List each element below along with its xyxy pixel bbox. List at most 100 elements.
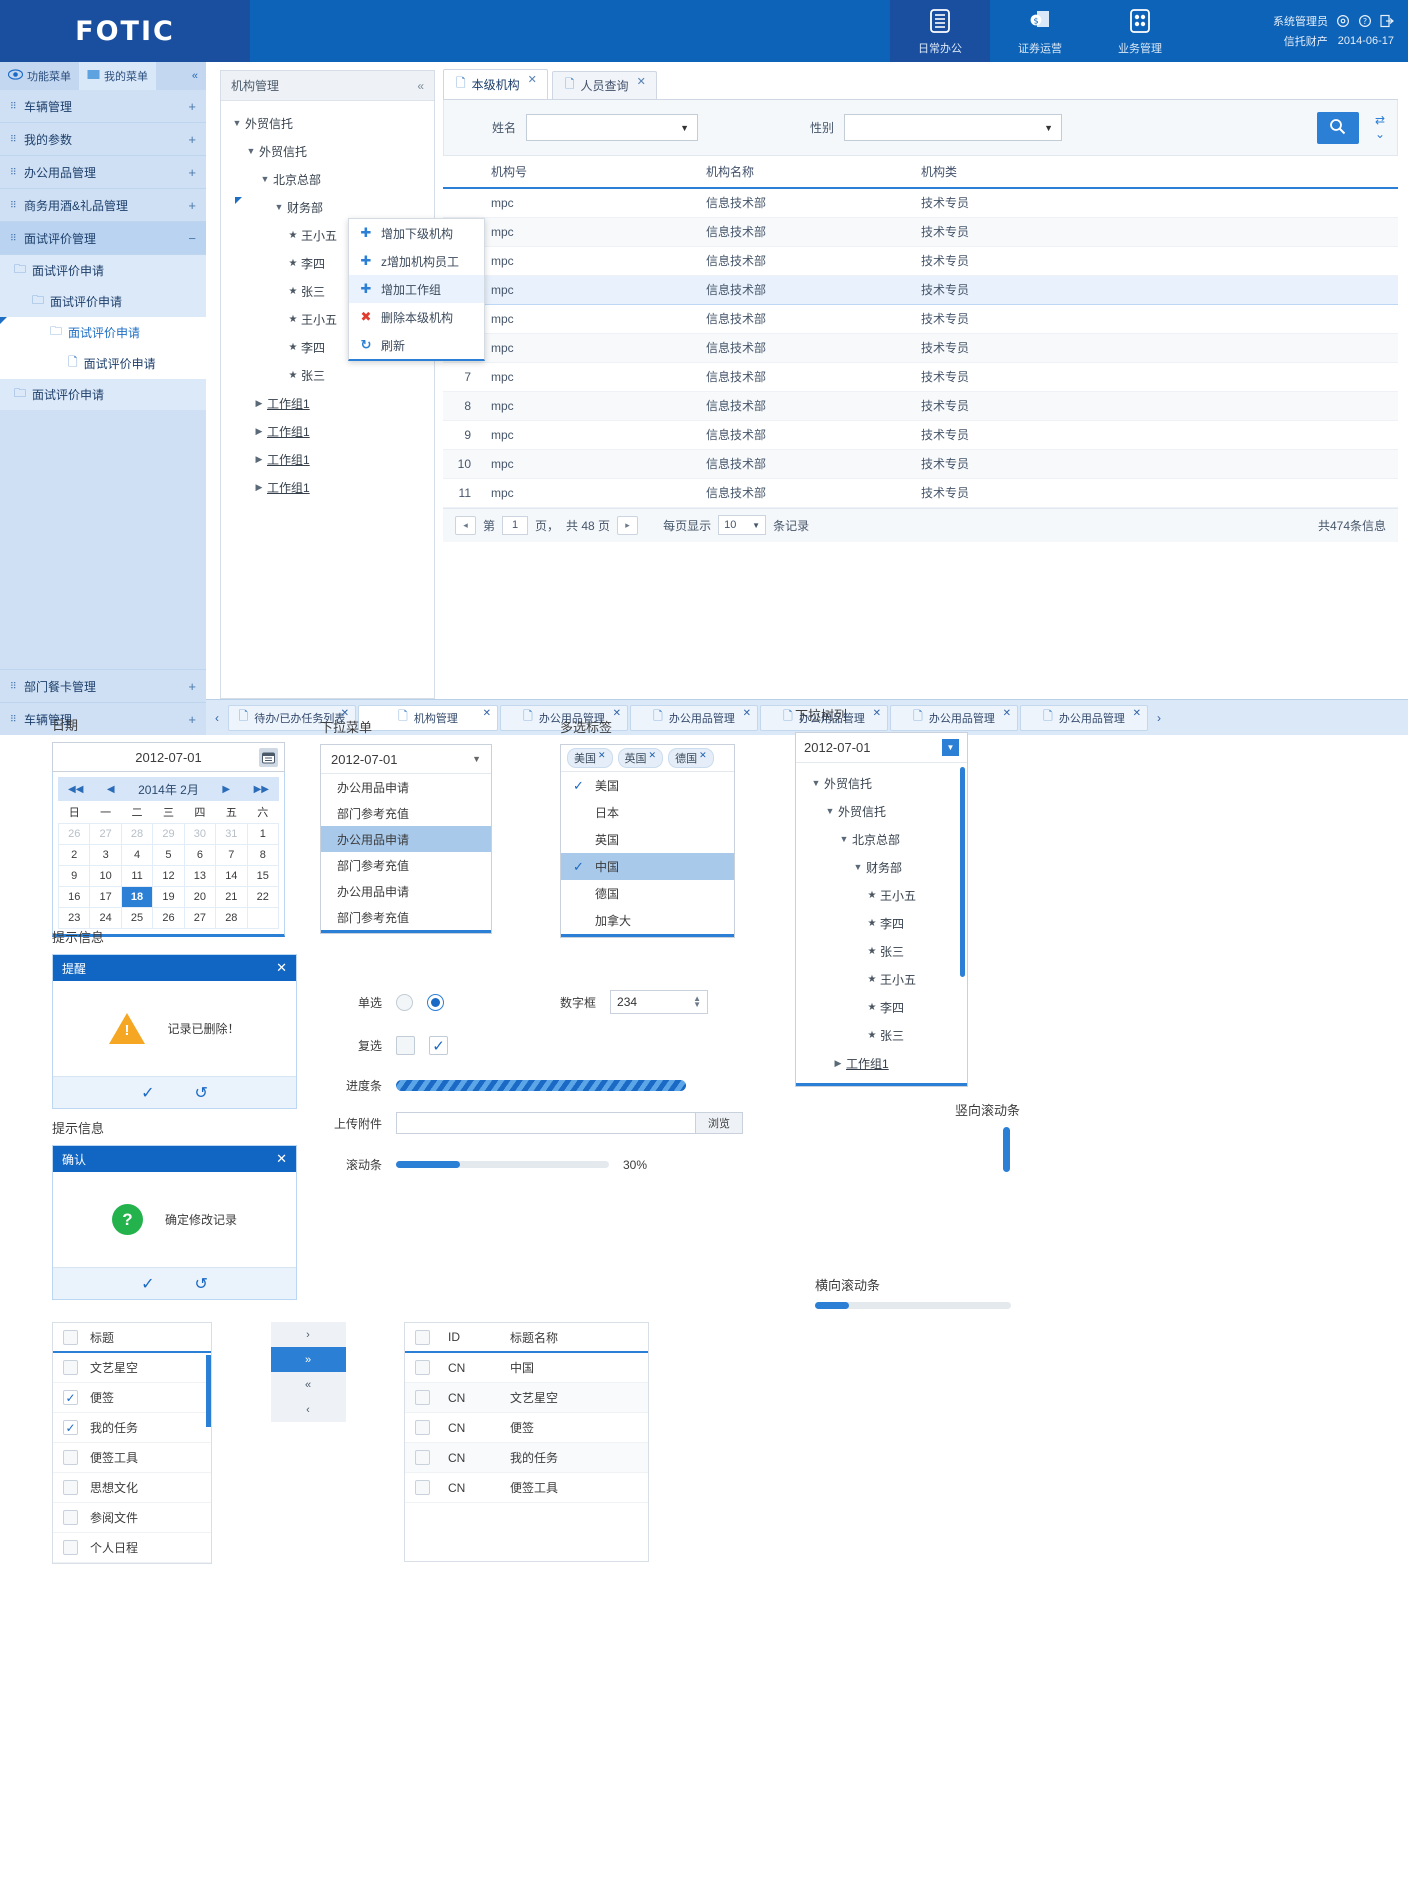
sidebar-subitem-1[interactable]: 🗀 面试评价申请 (0, 286, 206, 317)
nav-tab-my-menu[interactable]: 我的菜单 (79, 62, 156, 90)
table-row[interactable]: CN 中国 (405, 1353, 648, 1383)
per-page-select[interactable]: 10 ▼ (718, 515, 767, 535)
close-icon[interactable]: ✕ (743, 708, 751, 719)
caret-down-icon[interactable]: ▼ (808, 778, 824, 788)
sidebar-subitem-4[interactable]: 🗀 面试评价申请 (0, 379, 206, 410)
calendar-day[interactable]: 25 (120, 906, 154, 929)
row-checkbox[interactable] (415, 1390, 430, 1405)
caret-down-icon[interactable]: ▼ (271, 202, 287, 212)
tree-node[interactable]: ▶ 工作组1 (221, 445, 434, 473)
calendar-day[interactable]: 21 (215, 885, 248, 908)
caret-right-icon[interactable]: ▶ (251, 454, 267, 465)
multiselect-control[interactable]: 美国 ✕ 英国 ✕ 德国 ✕ ✓ 美国 日本 英国 ✓ 中国 德国 加拿大 (560, 744, 735, 938)
nav-collapse-button[interactable]: « (184, 62, 206, 90)
tree-node[interactable]: ★ 李四 (796, 993, 967, 1021)
move-left-all-button[interactable]: « (270, 1372, 346, 1397)
tree-node[interactable]: ▼ 北京总部 (221, 165, 434, 193)
table-row[interactable]: CN 我的任务 (405, 1443, 648, 1473)
caret-down-icon[interactable]: ▼ (257, 174, 273, 184)
expand-toggle-icon[interactable]: + (188, 165, 196, 180)
calendar-day[interactable]: 10 (89, 864, 122, 887)
module-tab-daily-office[interactable]: 日常办公 (890, 0, 990, 62)
row-checkbox-checked[interactable]: ✓ (63, 1420, 78, 1435)
calendar-day[interactable]: 27 (183, 906, 217, 929)
taskbar-tab-office-supplies-5[interactable]: 🗋 办公用品管理 ✕ (1020, 704, 1148, 731)
row-checkbox[interactable] (63, 1480, 78, 1495)
tag-remove-icon[interactable]: ✕ (598, 750, 606, 761)
ctx-add-workgroup[interactable]: ✚ 增加工作组 (349, 275, 484, 303)
calendar-next-month[interactable]: ▶ (222, 784, 230, 795)
confirm-icon[interactable]: ✓ (141, 1083, 154, 1103)
expand-toggle-icon[interactable]: + (188, 198, 196, 213)
nav-tab-function-menu[interactable]: 功能菜单 (0, 62, 79, 90)
calendar-day[interactable]: 31 (215, 822, 248, 845)
move-right-all-button[interactable]: » (270, 1347, 346, 1372)
help-icon[interactable]: ? (1357, 14, 1372, 29)
ctx-add-employee[interactable]: ✚ z增加机构员工 (349, 247, 484, 275)
caret-right-icon[interactable]: ▶ (251, 398, 267, 409)
reset-icon[interactable]: ↺ (195, 1083, 208, 1103)
row-checkbox[interactable] (415, 1360, 430, 1375)
dropdown-option[interactable]: 部门参考充值 (321, 800, 491, 826)
tree-node[interactable]: ▶ 工作组1 (796, 1049, 967, 1077)
checkbox-checked[interactable]: ✓ (429, 1036, 448, 1055)
close-icon[interactable]: ✕ (276, 1151, 287, 1167)
sidebar-item-interview-eval[interactable]: ⠿ 面试评价管理 − (0, 222, 206, 255)
close-icon[interactable]: ✕ (637, 75, 646, 88)
tag-chip[interactable]: 德国 ✕ (668, 748, 714, 768)
vertical-scrollbar-thumb[interactable] (960, 767, 965, 977)
source-scrollbar-thumb[interactable] (206, 1355, 211, 1427)
tree-dropdown-input[interactable]: 2012-07-01 ▼ (796, 733, 967, 762)
name-filter-select[interactable]: ▼ (526, 114, 698, 141)
more-filters-toggle[interactable]: ⇄ ⌄ (1375, 114, 1385, 141)
calendar-prev-year[interactable]: ◀◀ (68, 784, 83, 795)
table-row[interactable]: 8 mpc 信息技术部 技术专员 (443, 391, 1398, 421)
tree-node[interactable]: ★ 张三 (796, 937, 967, 965)
calendar-day[interactable]: 28 (215, 906, 248, 929)
multiselect-option[interactable]: 德国 (561, 880, 734, 907)
list-item[interactable]: 思想文化 (53, 1473, 211, 1503)
gear-icon[interactable] (1335, 14, 1350, 29)
table-row[interactable]: mpc 信息技术部 技术专员 (443, 217, 1398, 247)
module-tab-securities[interactable]: $ 证券运营 (990, 0, 1090, 62)
calendar-day[interactable]: 28 (120, 822, 154, 845)
tree-collapse-button[interactable]: « (417, 79, 424, 93)
row-checkbox-checked[interactable]: ✓ (63, 1390, 78, 1405)
table-row[interactable]: mpc 信息技术部 技术专员 (443, 188, 1398, 218)
row-checkbox[interactable] (63, 1540, 78, 1555)
calendar-day[interactable]: 22 (246, 885, 280, 908)
close-icon[interactable]: ✕ (1003, 708, 1011, 719)
tag-chip[interactable]: 美国 ✕ (567, 748, 613, 768)
calendar-day[interactable]: 12 (152, 864, 185, 887)
calendar-prev-month[interactable]: ◀ (107, 784, 115, 795)
taskbar-next-button[interactable]: › (1150, 711, 1168, 725)
tag-remove-icon[interactable]: ✕ (649, 750, 657, 761)
tree-node-selected[interactable]: ▼ 财务部 (221, 193, 434, 221)
calendar-icon[interactable] (259, 748, 278, 767)
table-row[interactable]: 9 mpc 信息技术部 技术专员 (443, 420, 1398, 450)
caret-down-icon[interactable]: ▼ (243, 146, 259, 156)
close-icon[interactable]: ✕ (1133, 708, 1141, 719)
multiselect-option[interactable]: 加拿大 (561, 907, 734, 934)
expand-toggle-icon[interactable]: + (188, 679, 196, 694)
module-tab-business[interactable]: 业务管理 (1090, 0, 1190, 62)
dropdown-option[interactable]: 部门参考充值 (321, 852, 491, 878)
dropdown-option[interactable]: 部门参考充值 (321, 904, 491, 930)
reset-icon[interactable]: ↺ (195, 1274, 208, 1294)
row-checkbox[interactable] (415, 1480, 430, 1495)
caret-down-icon[interactable]: ▼ (836, 834, 852, 844)
sidebar-subitem-0[interactable]: 🗀 面试评价申请 (0, 255, 206, 286)
expand-toggle-icon[interactable]: + (188, 132, 196, 147)
sidebar-item-vehicle-management[interactable]: ⠿ 车辆管理 + (0, 90, 206, 123)
dropdown-option-highlighted[interactable]: 办公用品申请 (321, 826, 491, 852)
row-checkbox[interactable] (63, 1510, 78, 1525)
calendar-day[interactable]: 29 (152, 822, 185, 845)
tree-node[interactable]: ★ 王小五 (796, 965, 967, 993)
calendar-day[interactable]: 17 (89, 885, 122, 908)
calendar-day[interactable]: 1 (246, 822, 280, 845)
ctx-add-sub-org[interactable]: ✚ 增加下级机构 (349, 219, 484, 247)
table-row[interactable]: mpc 信息技术部 技术专员 (443, 246, 1398, 276)
multiselect-option[interactable]: 英国 (561, 826, 734, 853)
spinner-icons[interactable]: ▲ ▼ (693, 994, 701, 1009)
row-checkbox[interactable] (415, 1450, 430, 1465)
